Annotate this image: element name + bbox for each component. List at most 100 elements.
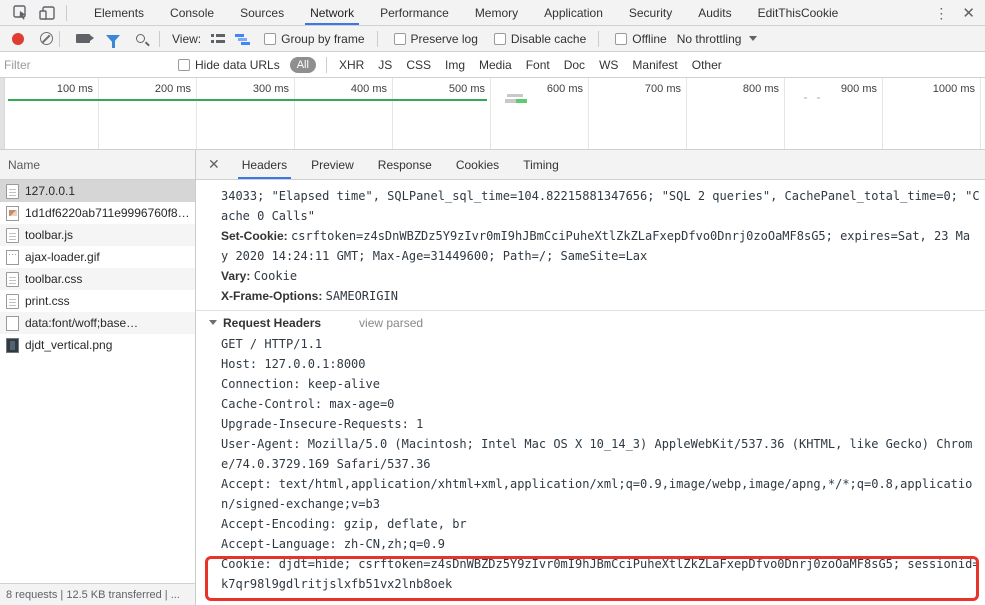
capture-screenshots-icon[interactable] xyxy=(76,34,94,43)
divider xyxy=(59,30,60,47)
tab-application[interactable]: Application xyxy=(531,0,616,25)
network-status-bar: 8 requests | 12.5 KB transferred | ... xyxy=(0,583,195,605)
request-name: toolbar.js xyxy=(25,228,74,242)
request-details-pane: ✕ Headers Preview Response Cookies Timin… xyxy=(196,150,985,605)
gridline xyxy=(882,78,883,149)
timeline-tick-label: 100 ms xyxy=(56,83,93,95)
view-parsed-link[interactable]: view parsed xyxy=(359,316,423,330)
tab-editthiscookie[interactable]: EditThisCookie xyxy=(745,0,852,25)
request-row-toolbarcss[interactable]: toolbar.css xyxy=(0,268,195,290)
filter-type-xhr[interactable]: XHR xyxy=(339,58,364,72)
network-toolbar: View: Group by frame Preserve log Disabl… xyxy=(0,26,985,52)
header-value: Cookie xyxy=(253,269,298,283)
name-column-header[interactable]: Name xyxy=(0,150,195,180)
gridline xyxy=(980,78,981,149)
panel-tabs: Elements Console Sources Network Perform… xyxy=(81,0,851,25)
request-row-printcss[interactable]: print.css xyxy=(0,290,195,312)
request-header-line: Host: 127.0.0.1:8000 xyxy=(221,357,366,371)
timeline-tick-label: 200 ms xyxy=(154,83,191,95)
document-icon xyxy=(6,271,19,287)
details-tabbar: ✕ Headers Preview Response Cookies Timin… xyxy=(196,150,985,180)
cookie-header-line: Cookie: djdt=hide; csrftoken=z4sDnWBZDz5… xyxy=(221,557,980,571)
search-icon[interactable] xyxy=(136,34,145,43)
gridline xyxy=(784,78,785,149)
filter-type-font[interactable]: Font xyxy=(526,58,550,72)
filter-type-doc[interactable]: Doc xyxy=(564,58,585,72)
gridline xyxy=(392,78,393,149)
request-headers-section[interactable]: Request Headers view parsed xyxy=(209,311,985,334)
request-name: ajax-loader.gif xyxy=(25,250,100,264)
header-name: X-Frame-Options: xyxy=(221,289,326,303)
request-row-ajaxloader[interactable]: ajax-loader.gif xyxy=(0,246,195,268)
filter-input[interactable] xyxy=(4,56,164,73)
header-value: csrftoken=z4sDnWBZDz5Y9zIvr0mI9hJBmCciPu… xyxy=(291,229,971,243)
request-header-line: e/74.0.3729.169 Safari/537.36 xyxy=(221,457,431,471)
tab-cookies[interactable]: Cookies xyxy=(444,150,511,179)
response-header-line: X-Frame-Options: SAMEORIGIN xyxy=(221,286,985,306)
tab-timing[interactable]: Timing xyxy=(511,150,571,179)
request-name: toolbar.css xyxy=(25,272,83,286)
close-details-icon[interactable]: ✕ xyxy=(196,156,230,173)
tab-headers[interactable]: Headers xyxy=(230,150,299,179)
throttling-select[interactable]: No throttling xyxy=(677,32,758,46)
show-overview-icon[interactable] xyxy=(235,33,250,44)
offline-checkbox[interactable]: Offline xyxy=(615,32,667,46)
tab-memory[interactable]: Memory xyxy=(462,0,531,25)
request-header-line: GET / HTTP/1.1 xyxy=(221,337,323,351)
request-header-line: Accept: text/html,application/xhtml+xml,… xyxy=(221,477,973,491)
document-icon xyxy=(6,183,19,199)
filter-type-ws[interactable]: WS xyxy=(599,58,618,72)
filter-type-js[interactable]: JS xyxy=(378,58,392,72)
timeline-dot xyxy=(804,97,807,99)
requests-list-panel: Name 127.0.0.1 1d1df6220ab711e9996760f8…… xyxy=(0,150,196,605)
gridline xyxy=(196,78,197,149)
filter-type-all[interactable]: All xyxy=(289,56,316,73)
filter-type-other[interactable]: Other xyxy=(692,58,722,72)
request-row-127001[interactable]: 127.0.0.1 xyxy=(0,180,195,202)
inspect-element-icon[interactable] xyxy=(8,1,34,25)
close-devtools-icon[interactable]: ✕ xyxy=(962,4,975,22)
request-header-line: User-Agent: Mozilla/5.0 (Macintosh; Inte… xyxy=(221,437,973,451)
clear-icon[interactable] xyxy=(40,32,53,45)
tab-network[interactable]: Network xyxy=(297,0,367,25)
hide-data-urls-checkbox[interactable]: Hide data URLs xyxy=(178,58,280,72)
disable-cache-checkbox[interactable]: Disable cache xyxy=(493,32,586,46)
request-name: 1d1df6220ab711e9996760f8… xyxy=(25,206,190,220)
response-header-line: y 2020 14:24:11 GMT; Max-Age=31449600; P… xyxy=(221,249,648,263)
request-row-djdtvertical[interactable]: djdt_vertical.png xyxy=(0,334,195,356)
gridline xyxy=(98,78,99,149)
response-header-line: Vary: Cookie xyxy=(221,266,985,286)
timeline-tick-label: 300 ms xyxy=(252,83,289,95)
tab-audits[interactable]: Audits xyxy=(685,0,744,25)
filter-type-media[interactable]: Media xyxy=(479,58,512,72)
preserve-log-checkbox[interactable]: Preserve log xyxy=(393,32,478,46)
network-overview-timeline[interactable]: 100 ms 200 ms 300 ms 400 ms 500 ms 600 m… xyxy=(0,78,985,150)
tab-elements[interactable]: Elements xyxy=(81,0,157,25)
request-header-line: Accept-Language: zh-CN,zh;q=0.9 xyxy=(221,537,445,551)
timeline-dot xyxy=(817,97,820,99)
tab-performance[interactable]: Performance xyxy=(367,0,462,25)
large-rows-icon[interactable] xyxy=(211,33,226,44)
tab-preview[interactable]: Preview xyxy=(299,150,366,179)
record-button[interactable] xyxy=(12,32,24,45)
timeline-waterfall-blip xyxy=(507,94,523,97)
tab-sources[interactable]: Sources xyxy=(227,0,297,25)
request-row-1d1df[interactable]: 1d1df6220ab711e9996760f8… xyxy=(0,202,195,224)
filter-funnel-icon[interactable] xyxy=(106,34,120,48)
devtools-tabbar: Elements Console Sources Network Perform… xyxy=(0,0,985,26)
kebab-menu-icon[interactable]: ⋮ xyxy=(934,6,948,20)
request-row-datafont[interactable]: data:font/woff;base… xyxy=(0,312,195,334)
tab-security[interactable]: Security xyxy=(616,0,685,25)
divider xyxy=(66,4,67,21)
group-by-frame-checkbox[interactable]: Group by frame xyxy=(264,32,365,46)
tab-console[interactable]: Console xyxy=(157,0,227,25)
headers-content[interactable]: 34033; "Elapsed time", SQLPanel_sql_time… xyxy=(196,180,985,605)
view-label: View: xyxy=(172,31,202,46)
filter-type-css[interactable]: CSS xyxy=(406,58,431,72)
filter-type-manifest[interactable]: Manifest xyxy=(632,58,677,72)
device-toolbar-icon[interactable] xyxy=(34,1,60,25)
tab-response[interactable]: Response xyxy=(366,150,444,179)
request-row-toolbarjs[interactable]: toolbar.js xyxy=(0,224,195,246)
image-icon xyxy=(6,205,19,221)
filter-type-img[interactable]: Img xyxy=(445,58,465,72)
